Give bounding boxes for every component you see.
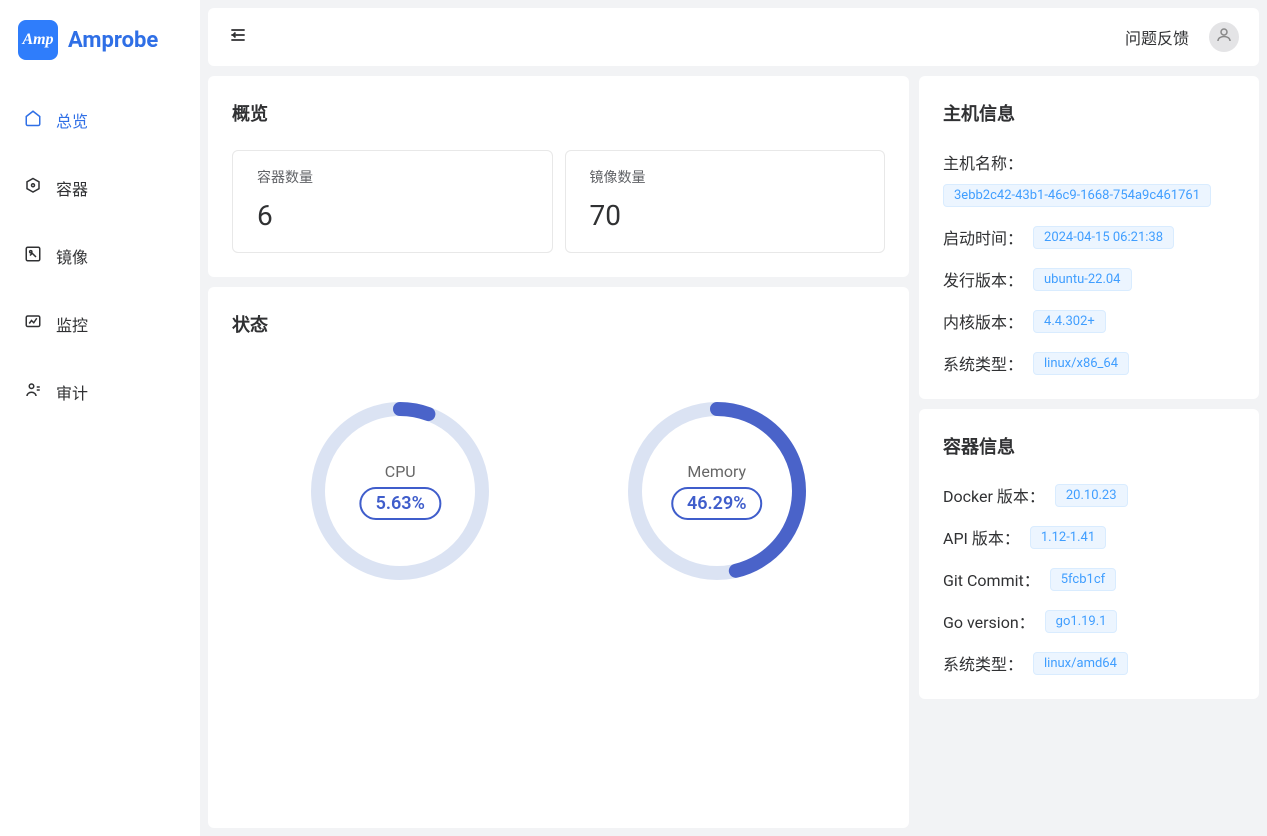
logo[interactable]: Amp Amprobe (0, 10, 200, 78)
overview-title: 概览 (232, 100, 885, 126)
image-icon (24, 245, 42, 267)
info-value: 3ebb2c42-43b1-46c9-1668-754a9c461761 (943, 184, 1211, 207)
overview-card: 概览 容器数量 6 镜像数量 70 (208, 76, 909, 277)
info-value: 20.10.23 (1055, 484, 1128, 507)
stat-label: 镜像数量 (590, 167, 861, 187)
sidebar: Amp Amprobe 总览 容器 镜像 监控 审计 (0, 0, 200, 836)
info-value: linux/amd64 (1033, 652, 1128, 675)
nav-menu: 总览 容器 镜像 监控 审计 (0, 78, 200, 434)
host-info-card: 主机信息 主机名称： 3ebb2c42-43b1-46c9-1668-754a9c… (919, 76, 1259, 399)
info-row: 内核版本： 4.4.302+ (943, 309, 1235, 333)
gauge-value: 5.63% (360, 487, 441, 520)
status-card: 状态 CPU 5.63% (208, 287, 909, 828)
sidebar-item-overview[interactable]: 总览 (0, 86, 200, 154)
info-key: API 版本： (943, 525, 1020, 549)
app-name: Amprobe (68, 28, 158, 53)
info-key: Docker 版本： (943, 483, 1045, 507)
info-value: linux/x86_64 (1033, 352, 1129, 375)
stat-card-images: 镜像数量 70 (565, 150, 886, 253)
info-row: Go version： go1.19.1 (943, 609, 1235, 633)
header: 问题反馈 (208, 8, 1259, 66)
sidebar-item-audit[interactable]: 审计 (0, 358, 200, 426)
info-value: 2024-04-15 06:21:38 (1033, 226, 1174, 249)
avatar[interactable] (1209, 22, 1239, 52)
stat-value: 70 (590, 199, 861, 232)
stat-label: 容器数量 (257, 167, 528, 187)
info-row: 发行版本： ubuntu-22.04 (943, 267, 1235, 291)
info-value: 5fcb1cf (1050, 568, 1116, 591)
info-row: API 版本： 1.12-1.41 (943, 525, 1235, 549)
sidebar-item-monitor[interactable]: 监控 (0, 290, 200, 358)
info-key: 发行版本： (943, 267, 1023, 291)
gauge-label: Memory (671, 462, 763, 481)
container-icon (24, 177, 42, 199)
feedback-link[interactable]: 问题反馈 (1125, 25, 1189, 49)
sidebar-item-label: 审计 (56, 380, 88, 404)
info-key: Go version： (943, 609, 1035, 633)
sidebar-item-label: 总览 (56, 108, 88, 132)
stat-card-containers: 容器数量 6 (232, 150, 553, 253)
info-key: 内核版本： (943, 309, 1023, 333)
stat-value: 6 (257, 199, 528, 232)
user-icon (1215, 26, 1233, 48)
info-row: Git Commit： 5fcb1cf (943, 567, 1235, 591)
monitor-icon (24, 313, 42, 335)
info-value: ubuntu-22.04 (1033, 268, 1131, 291)
container-info-title: 容器信息 (943, 433, 1235, 459)
info-key: 系统类型： (943, 651, 1023, 675)
gauge-value: 46.29% (671, 487, 763, 520)
gauge-cpu: CPU 5.63% (300, 391, 500, 591)
sidebar-item-image[interactable]: 镜像 (0, 222, 200, 290)
info-row: 系统类型： linux/x86_64 (943, 351, 1235, 375)
collapse-sidebar-button[interactable] (228, 25, 248, 49)
info-key: 主机名称： (943, 150, 1023, 174)
info-row: 系统类型： linux/amd64 (943, 651, 1235, 675)
info-key: 系统类型： (943, 351, 1023, 375)
info-key: 启动时间： (943, 225, 1023, 249)
sidebar-item-container[interactable]: 容器 (0, 154, 200, 222)
sidebar-item-label: 容器 (56, 176, 88, 200)
info-row: 启动时间： 2024-04-15 06:21:38 (943, 225, 1235, 249)
home-icon (24, 109, 42, 131)
host-info-title: 主机信息 (943, 100, 1235, 126)
status-title: 状态 (232, 311, 885, 337)
gauge-memory: Memory 46.29% (617, 391, 817, 591)
container-info-card: 容器信息 Docker 版本： 20.10.23 API 版本： 1.12-1.41 G… (919, 409, 1259, 699)
info-value: go1.19.1 (1045, 610, 1118, 633)
info-row: 主机名称： 3ebb2c42-43b1-46c9-1668-754a9c46176… (943, 150, 1235, 207)
info-value: 4.4.302+ (1033, 310, 1106, 333)
sidebar-item-label: 监控 (56, 312, 88, 336)
info-key: Git Commit： (943, 567, 1040, 591)
logo-icon: Amp (18, 20, 58, 60)
info-row: Docker 版本： 20.10.23 (943, 483, 1235, 507)
gauge-label: CPU (360, 462, 441, 481)
audit-icon (24, 381, 42, 403)
sidebar-item-label: 镜像 (56, 244, 88, 268)
info-value: 1.12-1.41 (1030, 526, 1106, 549)
